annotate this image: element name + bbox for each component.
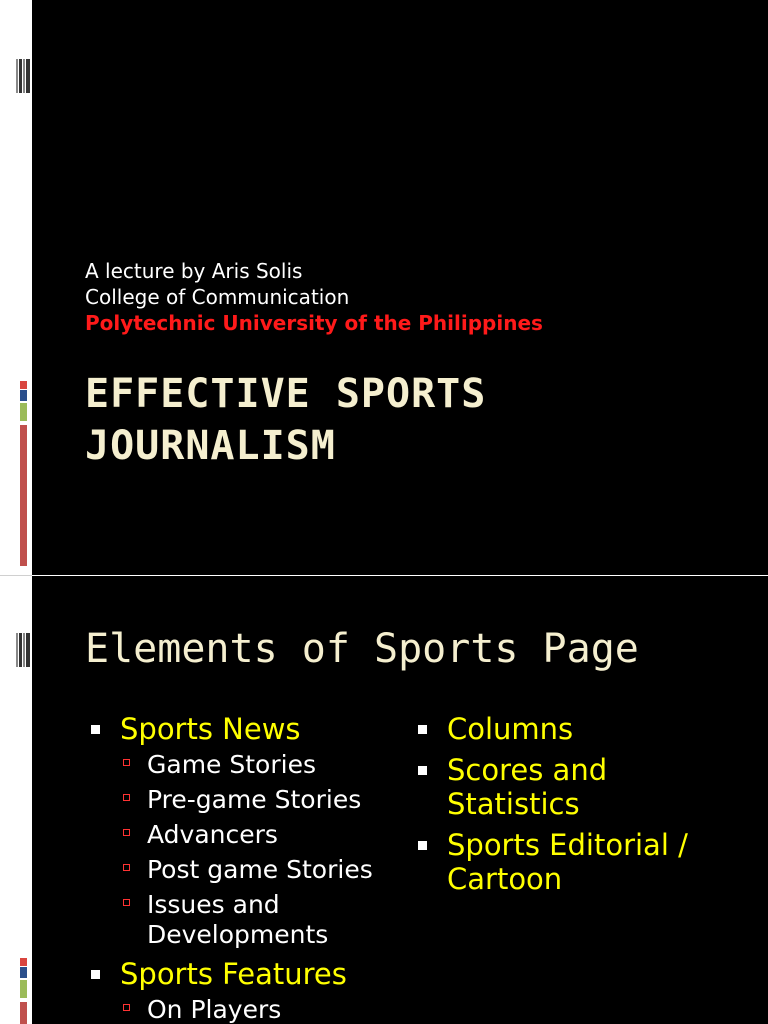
hollow-square-bullet-icon (123, 794, 130, 801)
sub-bullet-item: On Players (120, 995, 421, 1024)
accent-mark (20, 425, 27, 566)
bullet-label: Scores and Statistics (447, 753, 608, 821)
slide-thumbnail-icon[interactable] (16, 59, 31, 93)
hollow-square-bullet-icon (123, 829, 130, 836)
accent-mark (20, 403, 27, 421)
bullet-item-scores-and-statistics: Scores and Statistics (418, 753, 748, 821)
square-bullet-icon (418, 841, 427, 850)
square-bullet-icon (91, 725, 100, 734)
accent-mark (20, 958, 27, 966)
hollow-square-bullet-icon (123, 759, 130, 766)
slide-title: Elements of Sports Page (85, 626, 639, 672)
bullet-item-sports-news: Sports News Game Stories Pre-game Stories A… (91, 712, 421, 950)
accent-mark (20, 967, 27, 978)
square-bullet-icon (418, 725, 427, 734)
subtitle-line: A lecture by Aris Solis (85, 259, 303, 283)
bullet-label: Sports Editorial / Cartoon (447, 828, 688, 896)
sub-bullet-label: On Players (147, 995, 282, 1024)
square-bullet-icon (418, 766, 427, 775)
slide-1: A lecture by Aris Solis College of Commu… (32, 0, 768, 575)
bullet-label: Columns (447, 712, 574, 746)
sub-bullet-item: Advancers (120, 820, 421, 850)
bullet-label: Sports News (120, 712, 301, 746)
subtitle-line: College of Communication (85, 285, 350, 309)
bullet-list-left: Sports News Game Stories Pre-game Stories A… (91, 712, 421, 1024)
sub-bullet-label: Game Stories (147, 750, 316, 779)
hollow-square-bullet-icon (123, 1004, 130, 1011)
square-bullet-icon (91, 970, 100, 979)
sub-bullet-item: Pre-game Stories (120, 785, 421, 815)
slide-sorter-gutter (0, 0, 32, 1024)
sub-bullet-label: Post game Stories (147, 855, 373, 884)
bullet-list-right: Columns Scores and Statistics Sports Edito… (418, 712, 748, 903)
hollow-square-bullet-icon (123, 864, 130, 871)
slide-thumbnail-icon[interactable] (16, 633, 31, 667)
sub-bullet-list: Game Stories Pre-game Stories Advancers Pos… (120, 750, 421, 950)
slide-2: Elements of Sports Page Sports News Game … (32, 576, 768, 1024)
accent-mark (20, 381, 27, 389)
accent-mark (20, 980, 27, 998)
bullet-item-sports-editorial-cartoon: Sports Editorial / Cartoon (418, 828, 748, 896)
slide-separator (0, 575, 32, 576)
sub-bullet-list: On Players (120, 995, 421, 1024)
sub-bullet-item: Issues and Developments (120, 890, 421, 950)
bullet-item-sports-features: Sports Features On Players (91, 957, 421, 1024)
sub-bullet-item: Post game Stories (120, 855, 421, 885)
accent-mark (20, 390, 27, 401)
accent-mark (20, 1002, 27, 1024)
sub-bullet-item: Game Stories (120, 750, 421, 780)
sub-bullet-label: Issues and Developments (147, 890, 329, 949)
slide-title: EFFECTIVE SPORTS JOURNALISM (85, 371, 487, 469)
hollow-square-bullet-icon (123, 899, 130, 906)
subtitle-line-university: Polytechnic University of the Philippine… (85, 311, 543, 335)
sub-bullet-label: Pre-game Stories (147, 785, 362, 814)
slide-subtitle: A lecture by Aris Solis College of Commu… (85, 258, 543, 336)
sub-bullet-label: Advancers (147, 820, 278, 849)
bullet-item-columns: Columns (418, 712, 748, 746)
bullet-label: Sports Features (120, 957, 347, 991)
